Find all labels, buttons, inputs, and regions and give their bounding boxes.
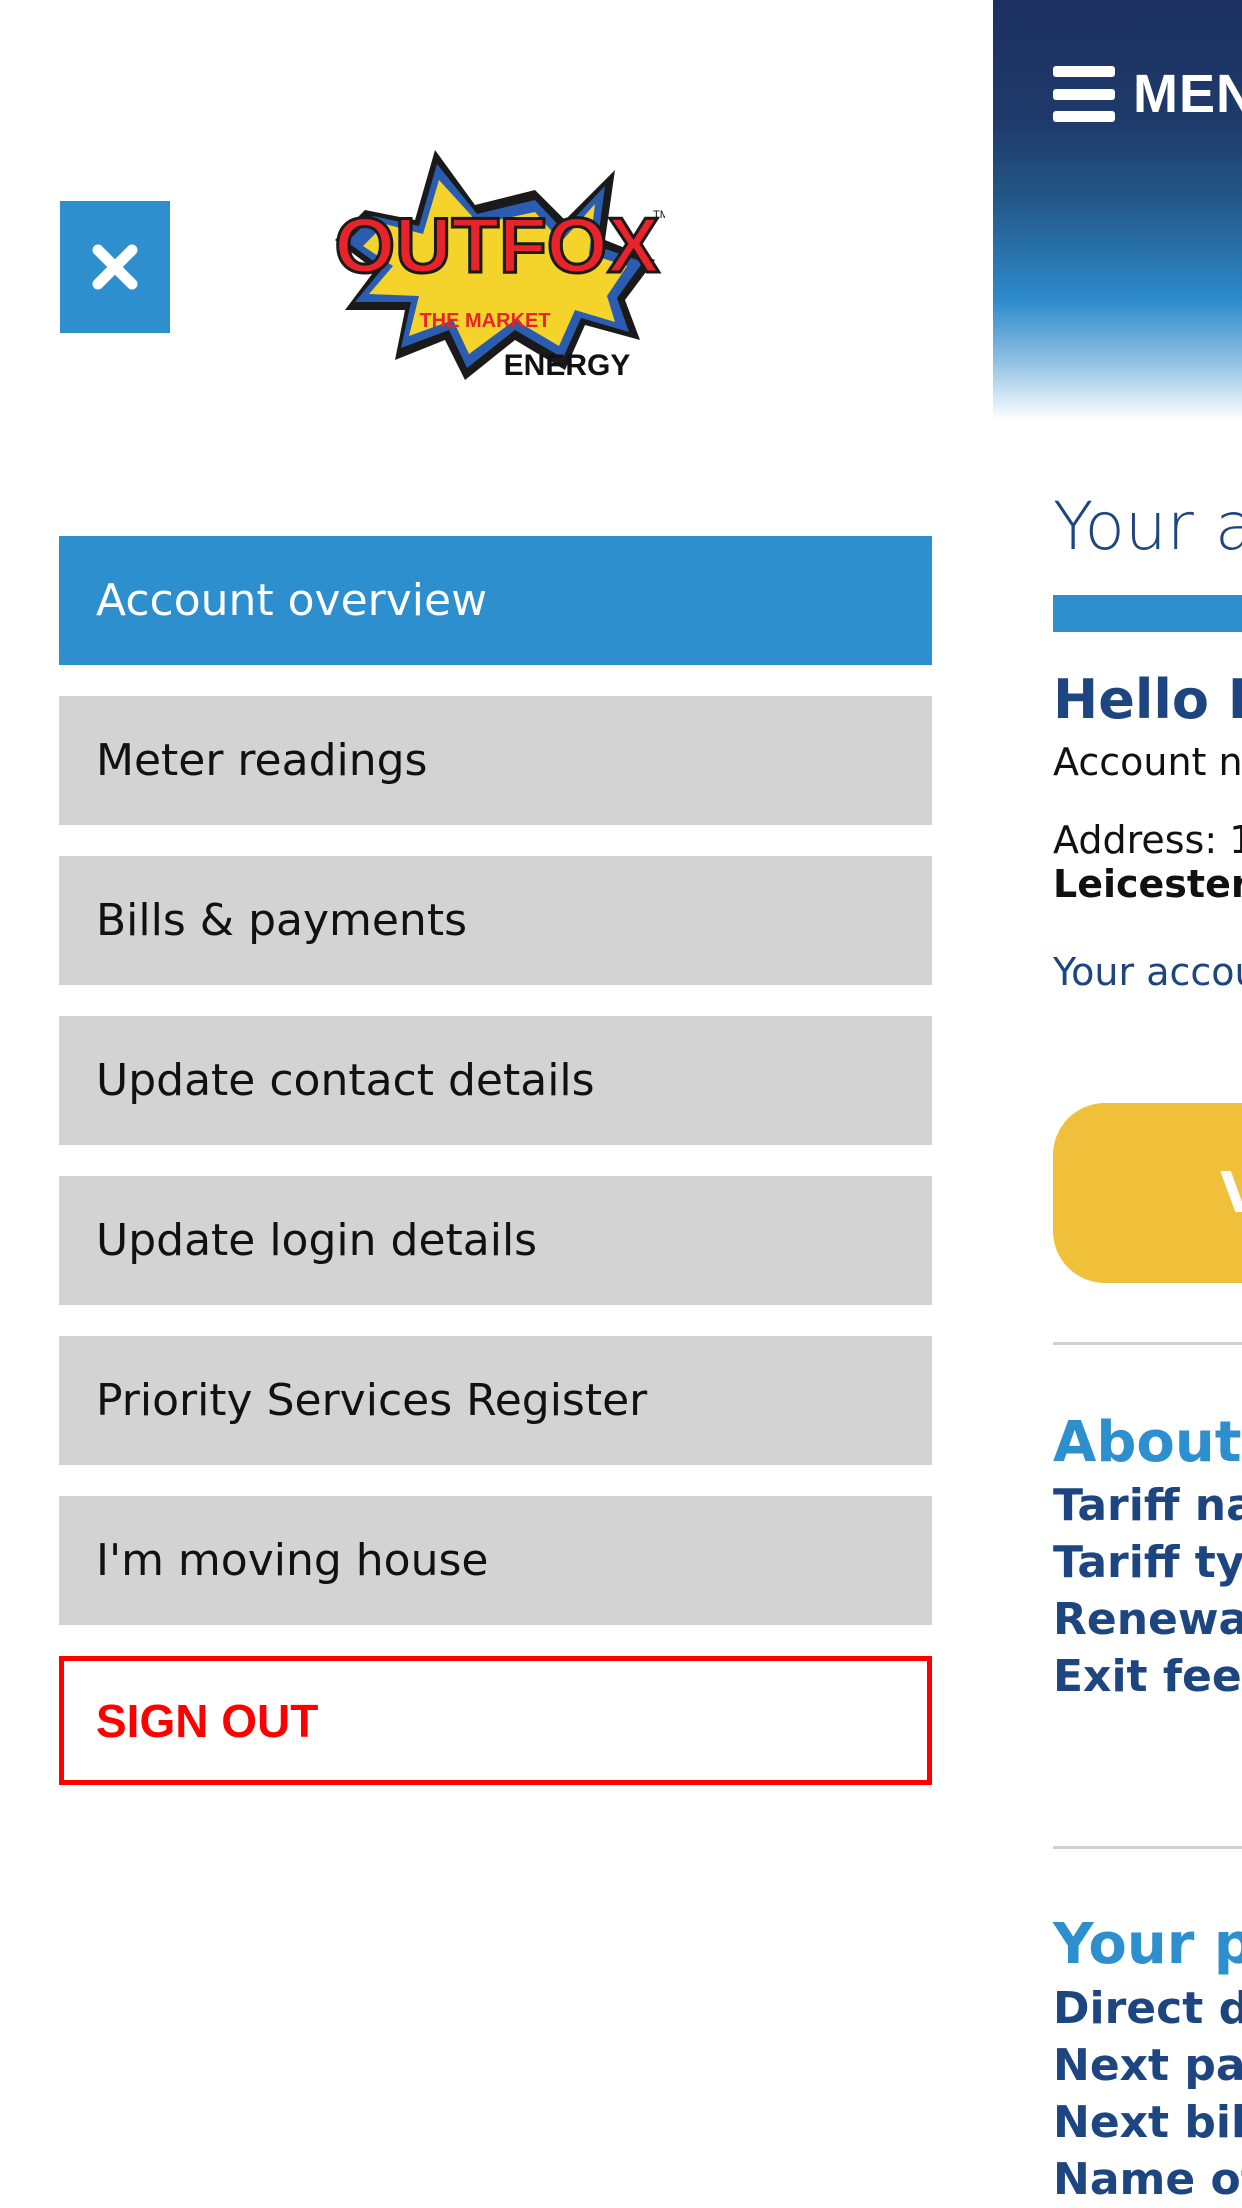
close-icon: [92, 244, 138, 290]
nav-item-update-login-details[interactable]: Update login details: [59, 1176, 932, 1305]
outfox-logo[interactable]: OUTFOX THE MARKET ENERGY TM: [333, 150, 669, 382]
logo-brand-text: OUTFOX: [335, 201, 660, 289]
divider: [1053, 1846, 1242, 1849]
about-row: Tariff typ: [1053, 1537, 1242, 1588]
payments-row: Next pay: [1053, 2040, 1242, 2091]
nav-item-account-overview[interactable]: Account overview: [59, 536, 932, 665]
account-page: MENU Your a Hello M Account n Address: 1…: [993, 0, 1242, 2208]
account-status: Your accou: [1053, 950, 1242, 994]
menu-toggle-button[interactable]: MENU: [1053, 66, 1242, 122]
address-county: Leicesters: [1053, 862, 1242, 906]
nav-item-update-contact-details[interactable]: Update contact details: [59, 1016, 932, 1145]
page-header: MENU: [993, 0, 1242, 420]
address: Address: 1 Leicesters: [1053, 818, 1242, 906]
payments-row: Direct de: [1053, 1983, 1242, 2034]
outfox-logo-graphic: OUTFOX THE MARKET ENERGY TM: [333, 150, 669, 382]
logo-trademark-text: TM: [653, 209, 665, 221]
payments-heading: Your pa: [1053, 1912, 1242, 1977]
about-row: Renewal: [1053, 1594, 1242, 1645]
nav-item-priority-services-register[interactable]: Priority Services Register: [59, 1336, 932, 1465]
hamburger-icon: [1053, 66, 1115, 122]
title-underline-bar: [1053, 595, 1242, 632]
address-line: Address: 1: [1053, 818, 1242, 862]
sign-out-button[interactable]: SIGN OUT: [59, 1656, 932, 1785]
divider: [1053, 1342, 1242, 1345]
nav-panel: OUTFOX THE MARKET ENERGY TM Account over…: [0, 0, 993, 2208]
about-row: Exit fees: [1053, 1651, 1242, 1702]
nav-item-moving-house[interactable]: I'm moving house: [59, 1496, 932, 1625]
primary-action-label: V: [1220, 1161, 1242, 1226]
nav-menu: Account overview Meter readings Bills & …: [59, 536, 932, 1816]
about-heading: About: [1053, 1410, 1242, 1475]
account-number: Account n: [1053, 740, 1242, 784]
page-title: Your a: [1053, 488, 1242, 565]
logo-subbrand-text: ENERGY: [504, 349, 631, 382]
nav-item-meter-readings[interactable]: Meter readings: [59, 696, 932, 825]
close-menu-button[interactable]: [60, 201, 170, 333]
primary-action-button[interactable]: V: [1053, 1103, 1242, 1283]
payments-row: Name of: [1053, 2154, 1242, 2205]
payments-row: Next bill: [1053, 2097, 1242, 2148]
menu-label: MENU: [1133, 64, 1242, 124]
greeting: Hello M: [1053, 668, 1242, 731]
logo-tagline-text: THE MARKET: [419, 310, 550, 332]
about-row: Tariff na: [1053, 1480, 1242, 1531]
nav-item-bills-payments[interactable]: Bills & payments: [59, 856, 932, 985]
